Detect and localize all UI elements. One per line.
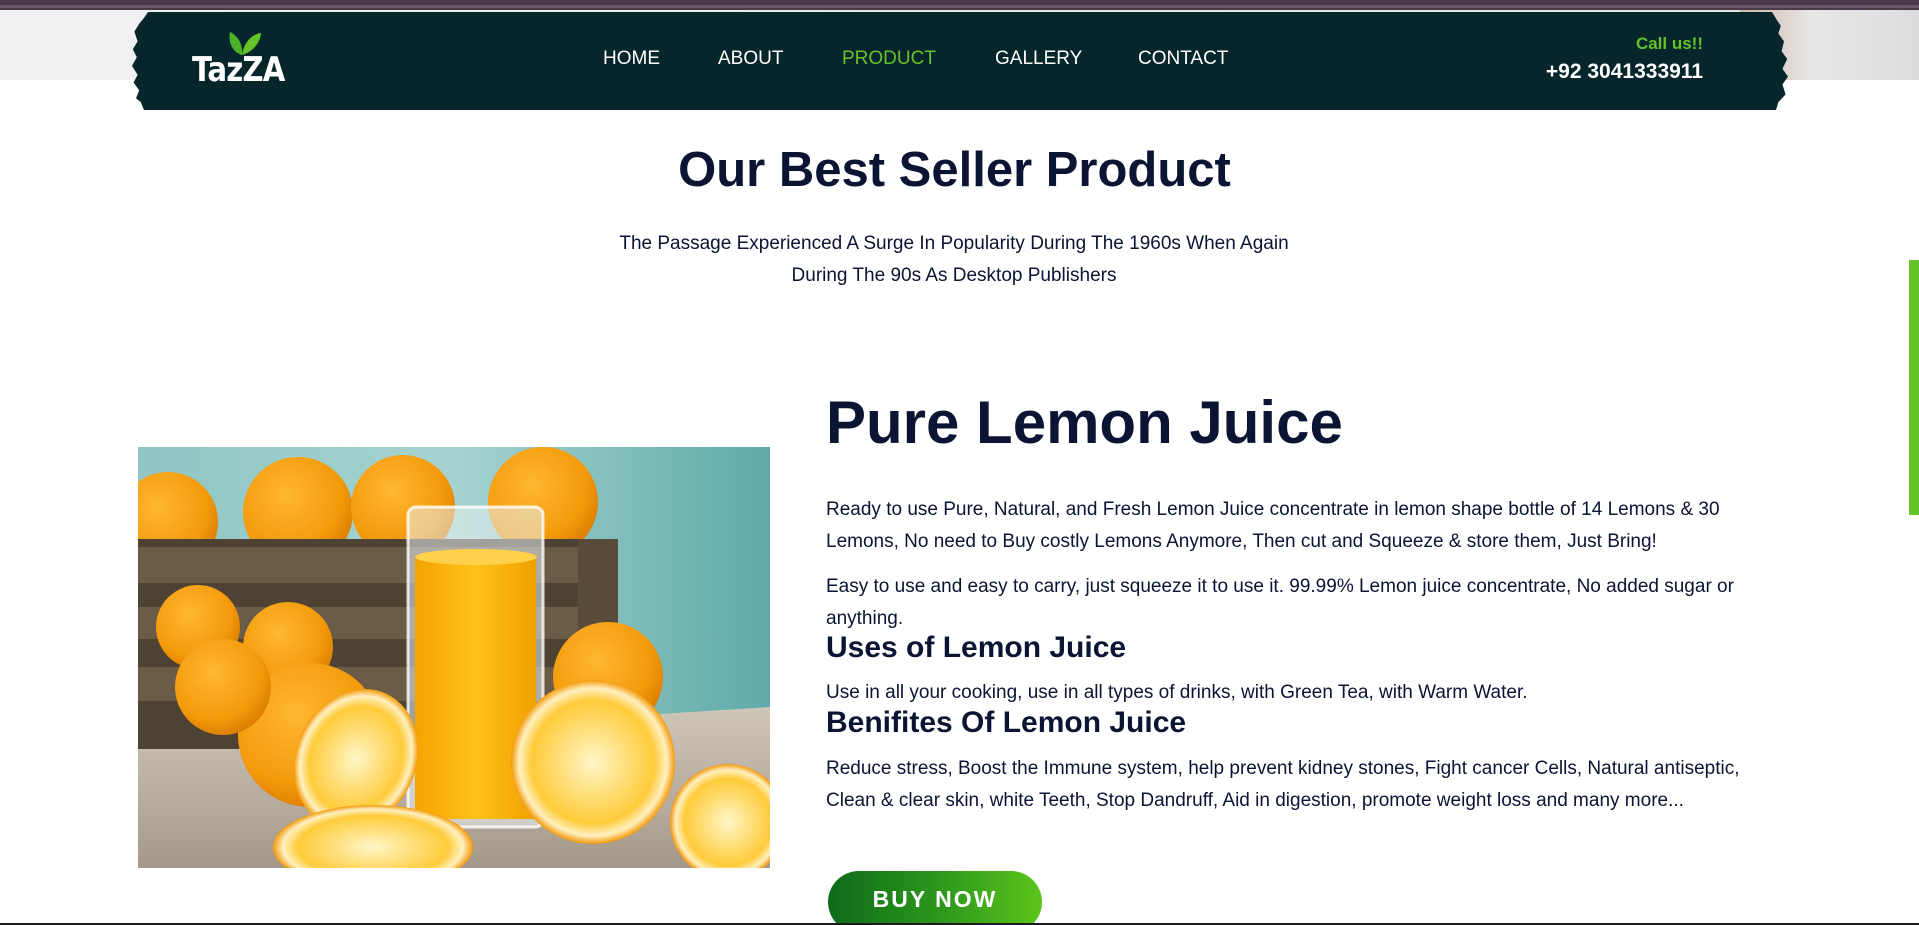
buy-now-button[interactable]: BUY NOW: [828, 871, 1042, 925]
nav-item-contact[interactable]: CONTACT: [1138, 48, 1228, 70]
nav-item-home[interactable]: HOME: [603, 48, 660, 70]
scroll-indicator[interactable]: [1909, 260, 1919, 515]
product-description-1: Ready to use Pure, Natural, and Fresh Le…: [826, 499, 1720, 552]
uses-heading: Uses of Lemon Juice: [826, 631, 1127, 664]
phone-number[interactable]: +92 3041333911: [1490, 60, 1703, 84]
top-border-accent: [0, 5, 1919, 8]
product-name: Pure Lemon Juice: [826, 389, 1343, 456]
product-description-2: Easy to use and easy to carry, just sque…: [826, 576, 1734, 629]
nav-item-gallery[interactable]: GALLERY: [995, 48, 1082, 70]
benefits-heading: Benifites Of Lemon Juice: [826, 706, 1187, 739]
benefits-text: Reduce stress, Boost the Immune system, …: [826, 758, 1740, 811]
call-us-label: Call us!!: [1635, 34, 1703, 53]
section-subtitle: The Passage Experienced A Surge In Popul…: [619, 233, 1289, 286]
product-image: [138, 447, 770, 868]
section-title: Our Best Seller Product: [678, 143, 1231, 197]
nav-item-about[interactable]: ABOUT: [718, 48, 783, 70]
nav-item-product[interactable]: PRODUCT: [842, 48, 936, 70]
orange-juice-illustration: [138, 447, 770, 868]
uses-text: Use in all your cooking, use in all type…: [826, 682, 1528, 703]
